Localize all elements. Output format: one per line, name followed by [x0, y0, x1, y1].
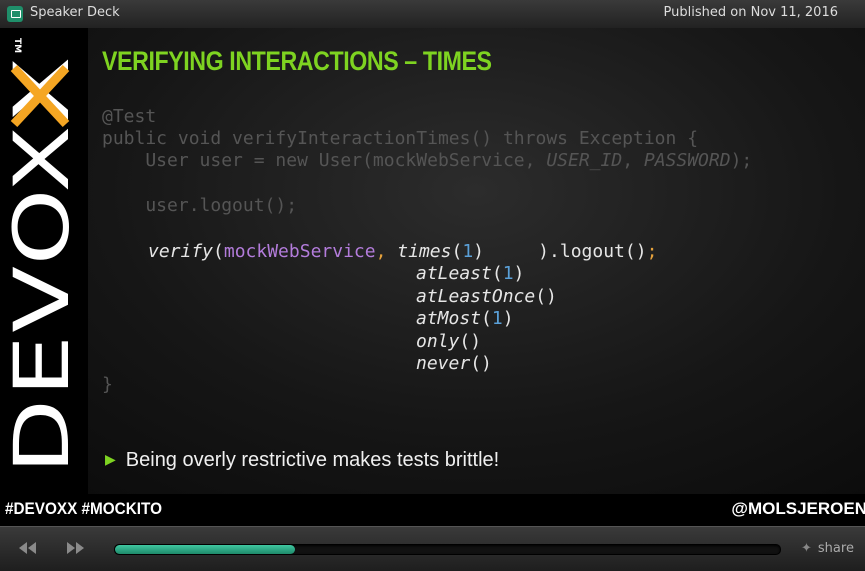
player-controls: ✦ share — [0, 526, 865, 571]
code-mode-atleast: atLeast(1) — [416, 263, 525, 284]
devoxx-logo: TM DEVOXX — [0, 38, 86, 474]
title-bar: Speaker Deck Published on Nov 11, 2016 — [0, 0, 865, 29]
bullet-point: ▶ Being overly restrictive makes tests br… — [105, 449, 499, 472]
share-button[interactable]: ✦ share — [801, 541, 854, 556]
code-mode-atmost: atMost(1) — [416, 308, 514, 329]
code-line-logout: user.logout(); — [102, 195, 298, 216]
progress-fill — [115, 545, 295, 554]
share-label: share — [817, 541, 854, 556]
trademark-text: TM — [12, 38, 22, 53]
devoxx-wordmark: DEVOXX — [0, 54, 86, 474]
progress-bar[interactable] — [114, 544, 781, 555]
code-mode-atleastonce: atLeastOnce() — [416, 286, 557, 307]
rewind-icon[interactable] — [17, 540, 39, 556]
code-closing-brace: } — [102, 374, 113, 395]
twitter-handle: @MOLSJEROEN — [731, 499, 865, 518]
code-mode-never: never() — [416, 353, 492, 374]
fast-forward-icon[interactable] — [64, 540, 86, 556]
app-title[interactable]: Speaker Deck — [30, 5, 120, 20]
hashtags: #DEVOXX #MOCKITO — [5, 499, 163, 518]
slide-title: VERIFYING INTERACTIONS – TIMES — [102, 46, 492, 76]
published-date: Published on Nov 11, 2016 — [663, 5, 838, 20]
code-mode-only: only() — [416, 331, 482, 352]
slide: TM DEVOXX VERIFYING INTERACTIONS – TIMES… — [0, 28, 865, 494]
bullet-arrow-icon: ▶ — [105, 451, 116, 467]
twitter-bird-icon: ✦ — [801, 541, 812, 556]
slide-footer: #DEVOXX #MOCKITO @MOLSJEROEN — [0, 494, 865, 526]
speakerdeck-logo-icon[interactable] — [7, 6, 23, 22]
code-line-user-new: User user = new User(mockWebService, USE… — [102, 150, 753, 171]
code-line-verify: verify(mockWebService, times(1) ).logout… — [148, 241, 658, 262]
code-line-signature: public void verifyInteractionTimes() thr… — [102, 128, 699, 149]
code-line-annotation: @Test — [102, 106, 157, 127]
devoxx-brand-bar: TM DEVOXX — [0, 28, 88, 494]
bullet-text: Being overly restrictive makes tests bri… — [125, 449, 500, 471]
